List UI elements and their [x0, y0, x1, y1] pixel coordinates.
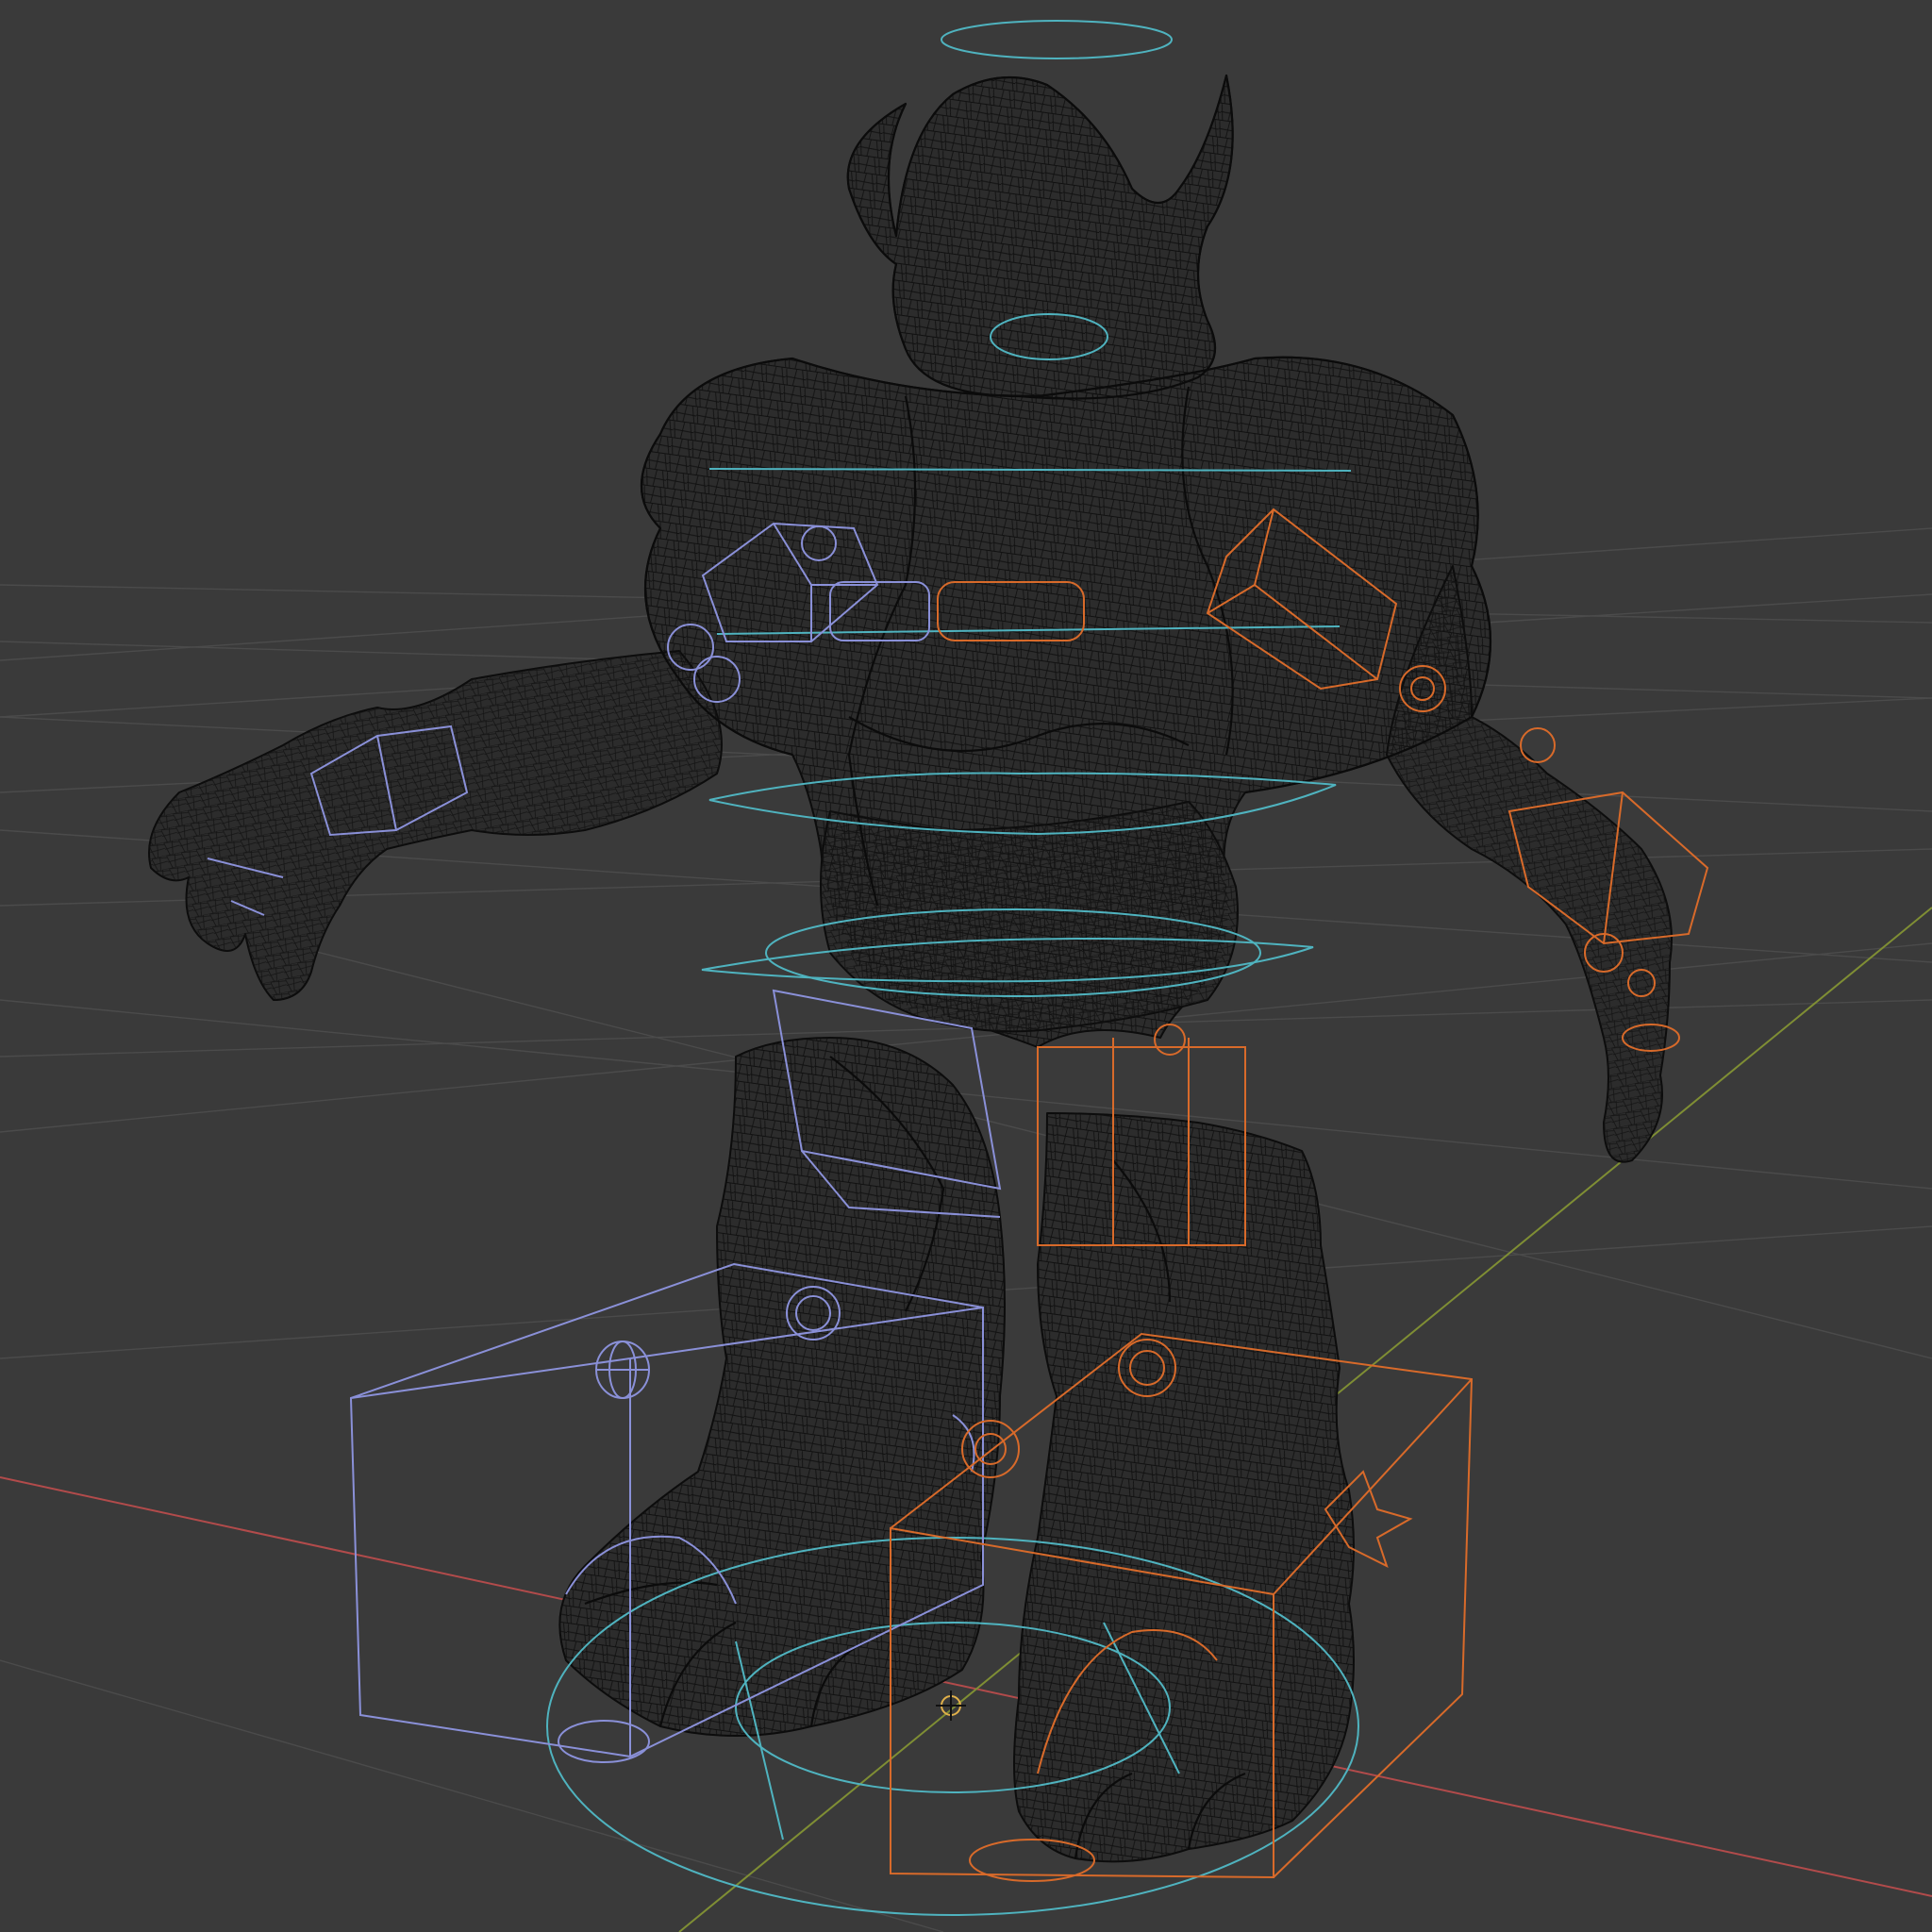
character-mesh[interactable]: [148, 74, 1673, 1863]
head-top-control[interactable]: [941, 20, 1173, 59]
viewport-canvas[interactable]: [0, 0, 1932, 1932]
left-toe-control[interactable]: [558, 1720, 650, 1763]
3d-viewport[interactable]: [0, 0, 1932, 1932]
3d-cursor-icon[interactable]: [936, 1690, 966, 1721]
